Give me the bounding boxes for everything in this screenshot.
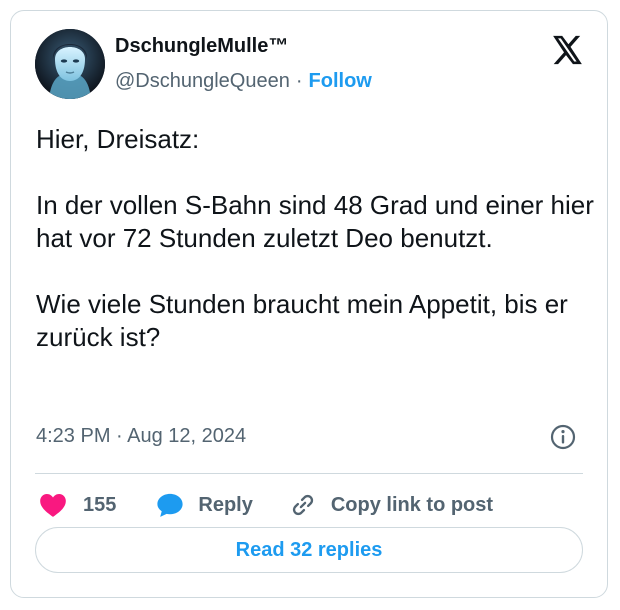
reply-button[interactable]: Reply [156,492,253,518]
tweet-text: Hier, Dreisatz: In der vollen S-Bahn sin… [36,123,596,354]
read-replies-button[interactable]: Read 32 replies [35,527,583,573]
reply-label: Reply [198,493,253,516]
tweet-paragraph: Hier, Dreisatz: [36,124,200,154]
heart-icon [40,494,66,517]
tweet-timestamp[interactable]: 4:23 PM · Aug 12, 2024 [36,425,246,448]
tweet-paragraph: In der vollen S-Bahn sind 48 Grad und ei… [36,190,594,253]
avatar[interactable] [35,29,105,99]
like-button[interactable]: 155 [39,492,116,518]
copy-link-button[interactable]: Copy link to post [289,491,493,519]
like-count: 155 [83,493,117,516]
handle-separator: · [295,70,303,92]
copy-link-label: Copy link to post [330,493,494,516]
avatar-image [35,29,105,99]
tweet-card: DschungleMulle™ @DschungleQueen · Follow H… [10,10,608,598]
follow-button[interactable]: Follow [309,70,372,92]
author-handle[interactable]: @DschungleQueen [115,70,290,92]
info-icon[interactable] [549,423,577,451]
action-bar: 155 Reply Copy link to post [39,491,493,519]
author-handle-row: @DschungleQueen · Follow [115,70,372,93]
link-icon [292,494,313,516]
divider [35,473,583,474]
speech-bubble-icon [157,493,183,517]
x-logo-icon[interactable] [549,33,583,67]
author-display-name[interactable]: DschungleMulle™ [115,35,288,58]
tweet-paragraph: Wie viele Stunden braucht mein Appetit, … [36,289,568,352]
